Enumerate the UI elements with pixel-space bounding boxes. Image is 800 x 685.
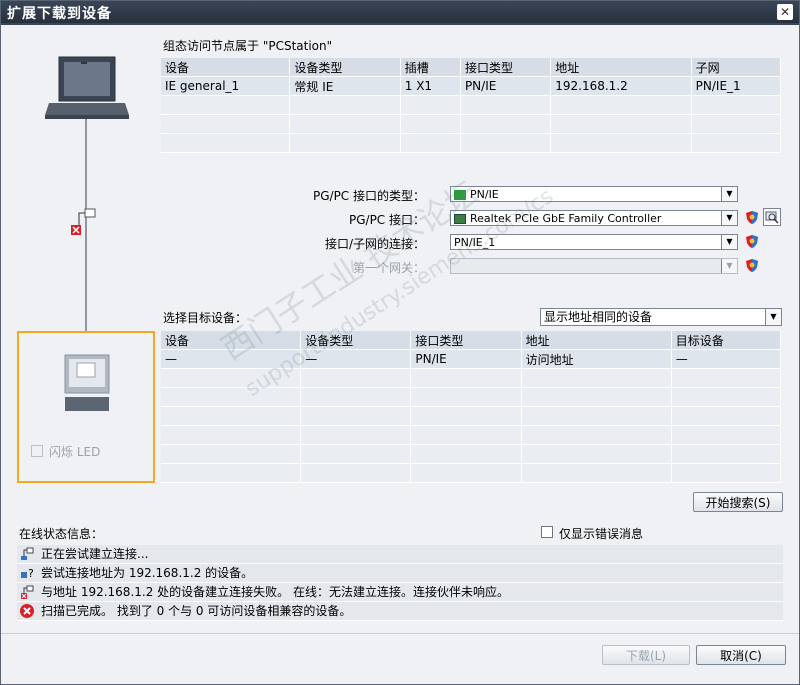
table-row [161,114,782,134]
laptop-icon [45,56,129,119]
connecting-icon [21,547,34,560]
pgpc-type-select[interactable]: PN/IE ▼ [450,186,738,202]
network-connection-icon [71,208,96,235]
status-message: 扫描已完成。 找到了 0 个与 0 可访问设备相兼容的设备。 [17,602,783,621]
shield-icon[interactable] [745,234,759,248]
col-target-device: 目标设备 [671,331,782,350]
svg-text:?: ? [28,567,34,580]
search-icon [765,211,779,224]
interface-diagnostics-button[interactable] [763,208,781,226]
download-dialog: 扩展下载到设备 ✕ 闪烁 LED 组态访问节点属于 "PCStation" 设备 [0,0,800,685]
table-row [161,425,782,445]
chevron-down-icon[interactable]: ▼ [721,259,737,273]
error-icon [20,604,34,618]
table-row [161,133,782,153]
dialog-title: 扩展下载到设备 [7,6,112,22]
chevron-down-icon[interactable]: ▼ [721,211,737,225]
status-heading: 在线状态信息： [19,527,104,541]
cancel-button[interactable]: 取消(C) [696,645,786,665]
shield-icon[interactable] [745,258,759,272]
table-row[interactable]: IE general_1 常规 IE 1 X1 PN/IE 192.168.1.… [161,76,782,96]
question-icon: ? [21,567,34,580]
only-errors-checkbox[interactable] [541,526,553,538]
connection-failed-icon [21,585,34,599]
col-device-type: 设备类型 [289,58,401,77]
only-errors-label: 仅显示错误消息 [559,527,644,541]
status-message: 与地址 192.168.1.2 处的设备建立连接失败。 在线：无法建立连接。连接… [17,583,783,602]
flash-led-checkbox[interactable] [31,445,43,457]
table-row [161,444,782,464]
close-icon[interactable]: ✕ [777,4,793,20]
start-search-button[interactable]: 开始搜索(S) [693,492,783,512]
chevron-down-icon[interactable]: ▼ [721,187,737,201]
access-node-table: 设备 设备类型 插槽 接口类型 地址 子网 IE general_1 常规 IE… [161,58,782,153]
flash-led-label: 闪烁 LED [49,445,101,459]
target-filter-select[interactable]: 显示地址相同的设备 ▼ [540,308,782,326]
shield-icon[interactable] [745,210,759,224]
table-row [161,406,782,426]
chevron-down-icon[interactable]: ▼ [721,235,737,249]
status-message: ? 尝试连接地址为 192.168.1.2 的设备。 [17,564,783,583]
col-interface-type: 接口类型 [460,58,552,77]
col-address: 地址 [550,58,692,77]
col-slot: 插槽 [400,58,461,77]
access-node-heading: 组态访问节点属于 "PCStation" [163,39,333,53]
title-bar: 扩展下载到设备 ✕ [1,1,799,23]
col-subnet: 子网 [691,58,782,77]
table-row [161,95,782,115]
device-icon [64,354,110,411]
chevron-down-icon[interactable]: ▼ [765,309,781,325]
col-address: 地址 [521,331,672,350]
download-button[interactable]: 下载(L) [602,645,690,665]
status-message: 正在尝试建立连接... [17,545,783,564]
table-row [161,463,782,483]
target-device-panel: 闪烁 LED [17,331,155,483]
col-device: 设备 [161,58,291,77]
col-interface-type: 接口类型 [410,331,522,350]
first-gateway-select[interactable]: ▼ [450,258,738,274]
